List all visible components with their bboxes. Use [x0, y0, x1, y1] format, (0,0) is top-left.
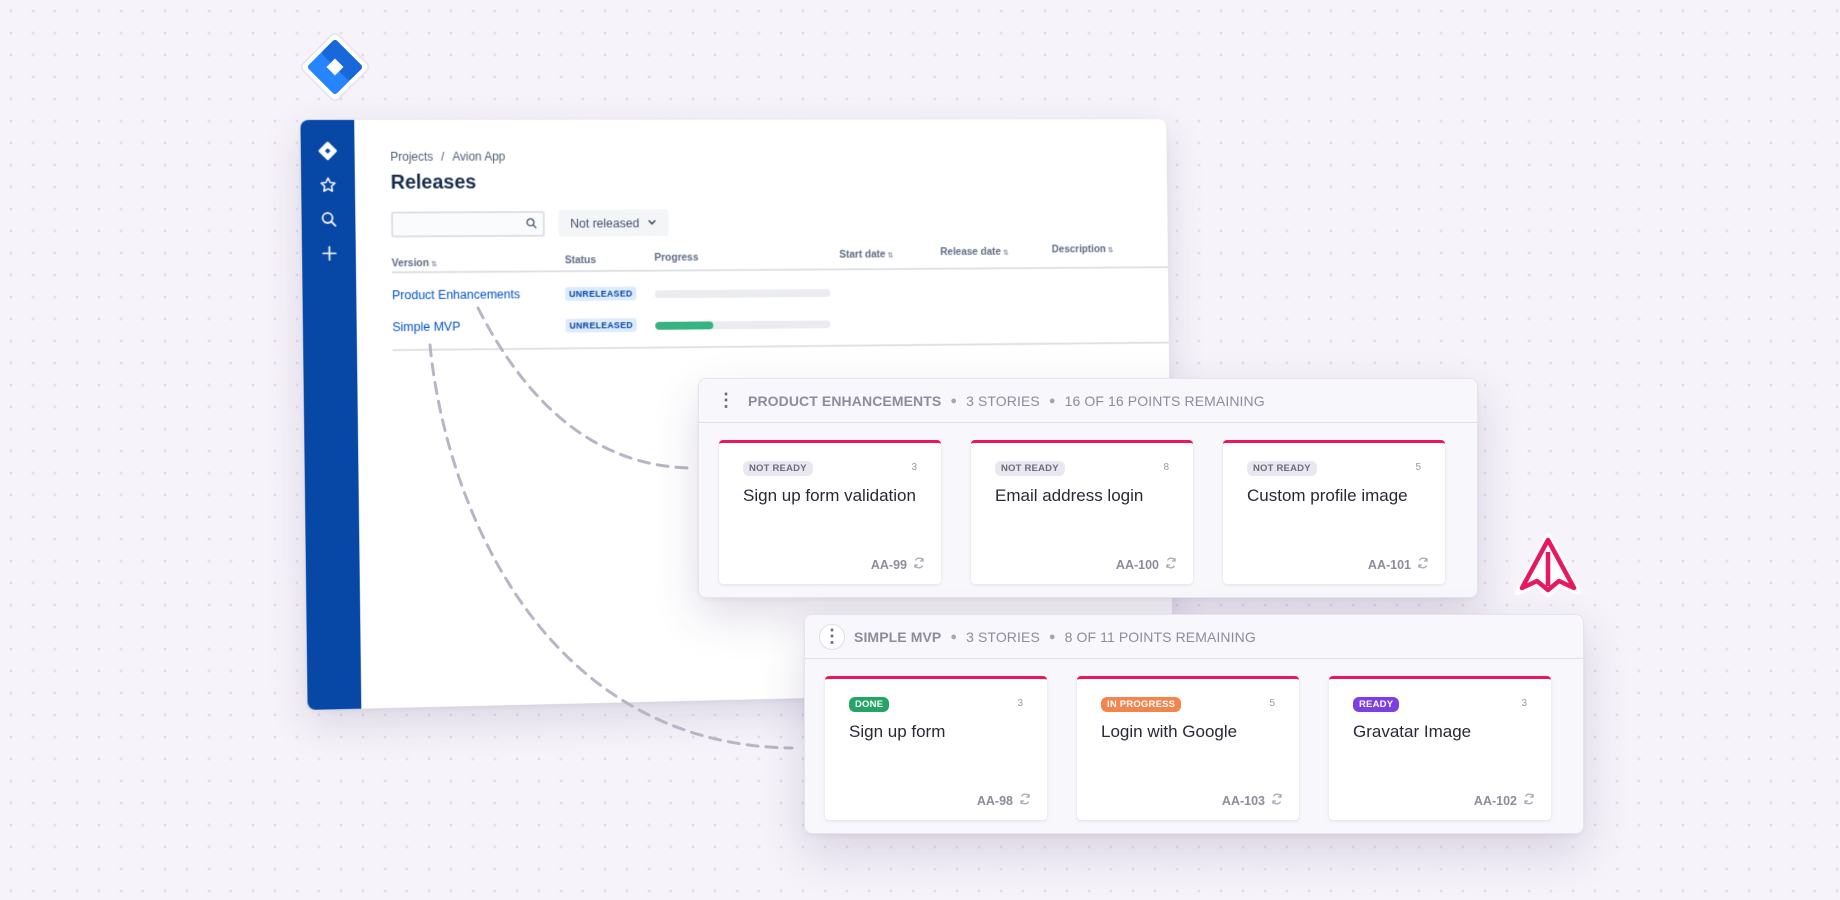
story-points: 3 [911, 462, 917, 473]
panel-points-remaining: 8 OF 11 POINTS REMAINING [1065, 629, 1256, 645]
sync-icon [1019, 793, 1031, 808]
sync-icon [1417, 557, 1429, 572]
story-points: 8 [1163, 462, 1169, 473]
story-card-list: DONE 3 Sign up form AA-98 IN PROGRESS 5 … [805, 659, 1583, 820]
story-points: 5 [1269, 698, 1275, 709]
story-card-list: NOT READY 3 Sign up form validation AA-9… [699, 423, 1477, 584]
column-status: Status [565, 254, 596, 266]
page-title: Releases [391, 171, 477, 194]
story-card[interactable]: IN PROGRESS 5 Login with Google AA-103 [1077, 676, 1299, 820]
story-key: AA-100 [1116, 557, 1177, 572]
chevron-down-icon [647, 216, 657, 230]
release-row: Simple MVP UNRELEASED [392, 305, 1169, 343]
story-card[interactable]: NOT READY 3 Sign up form validation AA-9… [719, 440, 941, 584]
search-icon [525, 217, 538, 235]
avion-release-panel: ⋮ PRODUCT ENHANCEMENTS ● 3 STORIES ● 16 … [698, 378, 1478, 598]
status-filter-dropdown[interactable]: Not released [558, 209, 668, 236]
jira-logo-icon [296, 28, 374, 106]
search-input[interactable] [391, 211, 545, 238]
story-title: Custom profile image [1247, 486, 1408, 506]
story-title: Sign up form validation [743, 486, 916, 506]
story-title: Login with Google [1101, 722, 1237, 742]
release-progress-bar [655, 289, 831, 298]
releases-table-header: Version ⇅ Status Progress Start date ⇅ Rel… [391, 247, 1168, 274]
story-status-tag: IN PROGRESS [1101, 697, 1181, 712]
separator-dot: ● [950, 395, 957, 407]
story-card[interactable]: NOT READY 8 Email address login AA-100 [971, 440, 1193, 584]
panel-header: ⋮ SIMPLE MVP ● 3 STORIES ● 8 OF 11 POINT… [805, 615, 1583, 659]
column-release-date[interactable]: Release date ⇅ [940, 246, 1008, 258]
panel-release-name: SIMPLE MVP [854, 629, 941, 645]
story-card[interactable]: NOT READY 5 Custom profile image AA-101 [1223, 440, 1445, 584]
column-description[interactable]: Description ⇅ [1052, 243, 1114, 255]
separator-dot: ● [950, 631, 957, 643]
breadcrumb-projects[interactable]: Projects [390, 150, 433, 164]
avion-logo-icon [1512, 530, 1584, 602]
story-title: Gravatar Image [1353, 722, 1471, 742]
story-card[interactable]: DONE 3 Sign up form AA-98 [825, 676, 1047, 820]
status-lozenge: UNRELEASED [565, 287, 636, 301]
kebab-menu-icon[interactable]: ⋮ [713, 388, 739, 414]
separator-dot: ● [1049, 631, 1056, 643]
panel-points-remaining: 16 OF 16 POINTS REMAINING [1065, 393, 1265, 409]
story-points: 3 [1017, 698, 1023, 709]
story-title: Sign up form [849, 722, 945, 742]
column-version[interactable]: Version ⇅ [392, 257, 437, 269]
story-points: 5 [1415, 462, 1421, 473]
status-filter-label: Not released [570, 216, 639, 230]
story-status-tag: NOT READY [743, 461, 813, 476]
story-status-tag: READY [1353, 697, 1399, 712]
release-version-link[interactable]: Product Enhancements [392, 287, 520, 302]
avion-release-panel: ⋮ SIMPLE MVP ● 3 STORIES ● 8 OF 11 POINT… [804, 614, 1584, 834]
panel-story-count: 3 STORIES [966, 629, 1040, 645]
jira-logo-icon[interactable] [317, 140, 339, 162]
panel-header: ⋮ PRODUCT ENHANCEMENTS ● 3 STORIES ● 16 … [699, 379, 1477, 423]
column-start-date[interactable]: Start date ⇅ [839, 249, 893, 261]
panel-release-name: PRODUCT ENHANCEMENTS [748, 393, 941, 409]
sync-icon [913, 557, 925, 572]
story-key: AA-101 [1368, 557, 1429, 572]
sync-icon [1271, 793, 1283, 808]
story-status-tag: NOT READY [995, 461, 1065, 476]
breadcrumb-project[interactable]: Avion App [452, 150, 505, 164]
search-icon[interactable] [317, 208, 339, 230]
release-version-link[interactable]: Simple MVP [392, 320, 460, 335]
story-key: AA-98 [977, 793, 1031, 808]
story-points: 3 [1521, 698, 1527, 709]
story-title: Email address login [995, 486, 1143, 506]
jira-sidebar [300, 120, 361, 710]
table-divider [393, 342, 1169, 352]
story-status-tag: DONE [849, 697, 889, 712]
story-key: AA-102 [1474, 793, 1535, 808]
release-progress-bar [655, 320, 830, 329]
panel-story-count: 3 STORIES [966, 393, 1040, 409]
story-card[interactable]: READY 3 Gravatar Image AA-102 [1329, 676, 1551, 820]
breadcrumb-separator: / [441, 150, 444, 164]
story-status-tag: NOT READY [1247, 461, 1317, 476]
sync-icon [1523, 793, 1535, 808]
story-key: AA-103 [1222, 793, 1283, 808]
kebab-menu-icon[interactable]: ⋮ [819, 624, 845, 650]
star-icon[interactable] [317, 174, 339, 196]
breadcrumb: Projects / Avion App [390, 150, 505, 164]
separator-dot: ● [1049, 395, 1056, 407]
story-key: AA-99 [871, 557, 925, 572]
column-progress: Progress [654, 252, 698, 264]
plus-icon[interactable] [318, 242, 340, 264]
status-lozenge: UNRELEASED [566, 318, 637, 332]
sync-icon [1165, 557, 1177, 572]
